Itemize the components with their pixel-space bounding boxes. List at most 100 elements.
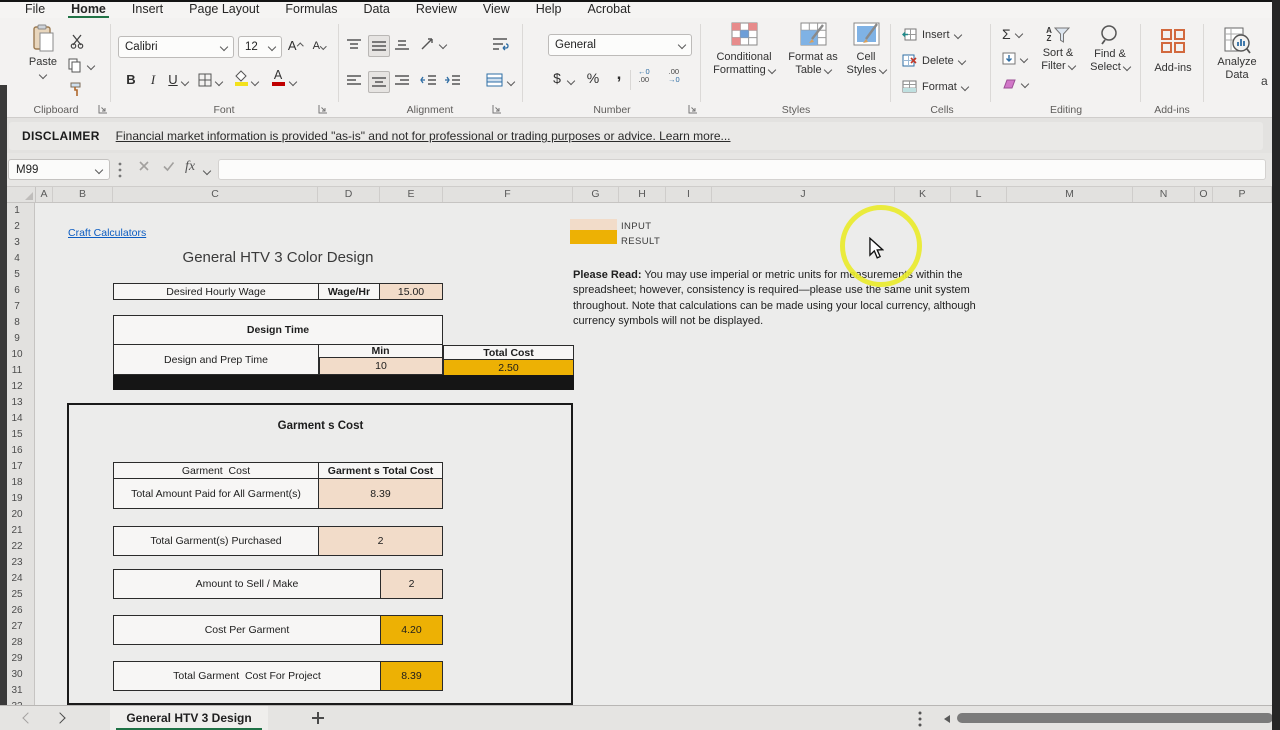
font-size-select[interactable]: 12 bbox=[238, 36, 282, 58]
orientation-button[interactable] bbox=[420, 36, 436, 52]
insert-function-button[interactable]: fx bbox=[185, 159, 195, 175]
column-header-G[interactable]: G bbox=[573, 187, 619, 202]
total-cost-value-cell[interactable]: 2.50 bbox=[444, 360, 573, 375]
font-name-select[interactable]: Calibri bbox=[118, 36, 234, 58]
min-value-cell[interactable]: 10 bbox=[319, 358, 442, 374]
column-header-D[interactable]: D bbox=[318, 187, 380, 202]
confirm-entry-icon[interactable] bbox=[162, 160, 175, 172]
dialog-launcher-font[interactable] bbox=[318, 104, 328, 114]
column-header-J[interactable]: J bbox=[712, 187, 895, 202]
conditional-formatting-button[interactable]: ConditionalFormatting bbox=[708, 22, 780, 77]
column-header-A[interactable]: A bbox=[36, 187, 53, 202]
comma-style-button[interactable]: , bbox=[610, 64, 628, 86]
garment-header-label-cell[interactable]: Garment Cost bbox=[114, 463, 318, 478]
column-header-E[interactable]: E bbox=[380, 187, 443, 202]
chevron-down-icon[interactable] bbox=[215, 78, 223, 86]
cut-button[interactable] bbox=[70, 34, 85, 49]
chevron-down-icon[interactable] bbox=[567, 77, 575, 85]
underline-button[interactable]: U bbox=[164, 70, 182, 92]
chevron-down-icon[interactable] bbox=[251, 78, 259, 86]
column-header-H[interactable]: H bbox=[619, 187, 666, 202]
garment-row-value-cell[interactable]: 2 bbox=[318, 527, 442, 555]
align-center-button[interactable] bbox=[368, 71, 390, 93]
percent-style-button[interactable]: % bbox=[584, 68, 602, 90]
disclaimer-link[interactable]: Financial market information is provided… bbox=[116, 129, 731, 143]
wage-unit-cell[interactable]: Wage/Hr bbox=[318, 284, 379, 299]
column-header-C[interactable]: C bbox=[113, 187, 318, 202]
sheet-tab-general-htv-3-design[interactable]: General HTV 3 Design bbox=[110, 706, 268, 730]
garment-row-label-cell[interactable]: Total Garment(s) Purchased bbox=[114, 527, 318, 555]
garment-row-value-cell[interactable]: 4.20 bbox=[380, 616, 442, 644]
wage-value-cell[interactable]: 15.00 bbox=[379, 284, 442, 299]
cell-styles-button[interactable]: CellStyles bbox=[844, 22, 888, 77]
column-header-L[interactable]: L bbox=[951, 187, 1007, 202]
increase-decimal-button[interactable]: ←0.00 bbox=[638, 68, 650, 84]
chevron-down-icon[interactable] bbox=[507, 78, 515, 86]
delete-cells-button[interactable]: Delete bbox=[902, 54, 965, 67]
menu-tab-insert[interactable]: Insert bbox=[119, 2, 176, 18]
next-sheet-icon[interactable] bbox=[54, 712, 65, 723]
align-left-button[interactable] bbox=[346, 74, 362, 88]
find-select-button[interactable]: Find &Select bbox=[1086, 24, 1134, 74]
total-cost-header-cell[interactable]: Total Cost bbox=[444, 346, 573, 359]
craft-calculators-link[interactable]: Craft Calculators bbox=[68, 227, 146, 239]
autosum-button[interactable]: Σ bbox=[1002, 26, 1022, 42]
menu-tab-file[interactable]: File bbox=[12, 2, 58, 18]
menu-tab-help[interactable]: Help bbox=[523, 2, 575, 18]
menu-tab-data[interactable]: Data bbox=[350, 2, 402, 18]
dialog-launcher-number[interactable] bbox=[688, 104, 698, 114]
align-right-button[interactable] bbox=[394, 74, 410, 88]
grow-font-button[interactable]: A bbox=[286, 36, 304, 58]
column-header-O[interactable]: O bbox=[1195, 187, 1213, 202]
accounting-format-button[interactable]: $ bbox=[548, 68, 566, 90]
prev-sheet-icon[interactable] bbox=[22, 712, 33, 723]
fill-button[interactable] bbox=[1002, 52, 1027, 65]
sort-filter-button[interactable]: AZ Sort &Filter bbox=[1034, 24, 1082, 73]
garment-row-label-cell[interactable]: Total Amount Paid for All Garment(s) bbox=[114, 479, 318, 508]
analyze-data-button[interactable]: AnalyzeData bbox=[1210, 26, 1264, 82]
decrease-decimal-button[interactable]: .00→0 bbox=[668, 68, 680, 84]
menu-tab-acrobat[interactable]: Acrobat bbox=[574, 2, 643, 18]
shrink-font-button[interactable]: A bbox=[310, 36, 328, 58]
chevron-down-icon[interactable] bbox=[289, 78, 297, 86]
add-ins-button[interactable]: Add-ins bbox=[1148, 28, 1198, 74]
garment-row-value-cell[interactable]: 8.39 bbox=[380, 662, 442, 690]
column-header-M[interactable]: M bbox=[1007, 187, 1133, 202]
borders-button[interactable] bbox=[198, 73, 212, 87]
design-time-header-cell[interactable]: Design Time bbox=[114, 316, 442, 344]
align-middle-button[interactable] bbox=[368, 35, 390, 57]
column-header-I[interactable]: I bbox=[666, 187, 712, 202]
format-painter-button[interactable] bbox=[69, 82, 83, 98]
font-color-button[interactable]: A bbox=[270, 68, 286, 86]
min-header-cell[interactable]: Min bbox=[319, 345, 442, 358]
chevron-down-icon[interactable] bbox=[181, 78, 189, 86]
dialog-launcher-alignment[interactable] bbox=[492, 104, 502, 114]
clear-button[interactable] bbox=[1002, 78, 1028, 90]
column-header-N[interactable]: N bbox=[1133, 187, 1195, 202]
insert-cells-button[interactable]: Insert bbox=[902, 28, 961, 41]
paste-button[interactable]: Paste bbox=[20, 24, 66, 80]
garment-row-label-cell[interactable]: Amount to Sell / Make bbox=[114, 570, 380, 598]
format-cells-button[interactable]: Format bbox=[902, 80, 968, 93]
column-header-B[interactable]: B bbox=[53, 187, 113, 202]
italic-button[interactable]: I bbox=[144, 70, 162, 92]
wrap-text-button[interactable] bbox=[492, 36, 509, 52]
chevron-down-icon[interactable] bbox=[439, 41, 447, 49]
column-header-P[interactable]: P bbox=[1213, 187, 1272, 202]
garment-row-label-cell[interactable]: Cost Per Garment bbox=[114, 616, 380, 644]
design-prep-label-cell[interactable]: Design and Prep Time bbox=[114, 345, 318, 374]
garment-row-value-cell[interactable]: 2 bbox=[380, 570, 442, 598]
chevron-down-icon[interactable] bbox=[203, 167, 211, 175]
garment-row-value-cell[interactable]: 8.39 bbox=[318, 479, 442, 508]
cancel-entry-icon[interactable] bbox=[138, 160, 150, 172]
formula-input[interactable] bbox=[218, 159, 1266, 180]
fill-color-button[interactable] bbox=[234, 70, 248, 86]
menu-tab-review[interactable]: Review bbox=[403, 2, 470, 18]
increase-indent-button[interactable] bbox=[444, 74, 461, 88]
column-header-K[interactable]: K bbox=[895, 187, 951, 202]
garment-row-label-cell[interactable]: Total Garment Cost For Project bbox=[114, 662, 380, 690]
decrease-indent-button[interactable] bbox=[420, 74, 437, 88]
name-box[interactable]: M99 bbox=[8, 159, 110, 180]
menu-tab-home[interactable]: Home bbox=[58, 2, 119, 18]
dialog-launcher-clipboard[interactable] bbox=[98, 104, 108, 114]
